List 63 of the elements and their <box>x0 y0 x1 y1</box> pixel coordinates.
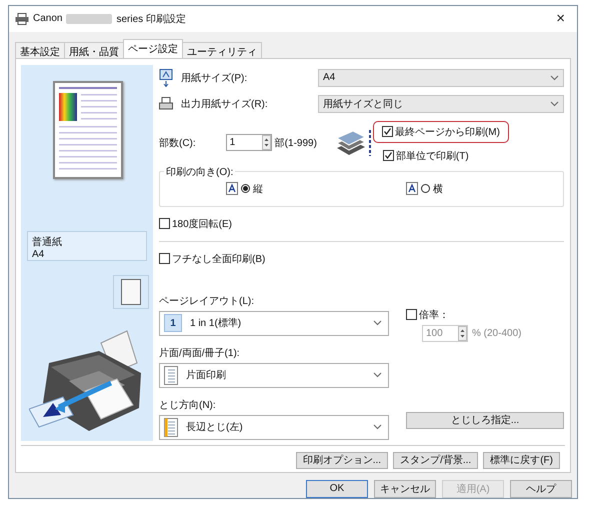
checkbox[interactable] <box>159 253 170 264</box>
checkbox-label: 部単位で印刷(T) <box>396 150 469 163</box>
spin-arrows-icon <box>262 135 271 150</box>
redaction-mark <box>66 14 112 24</box>
letter-a-icon <box>226 182 238 196</box>
checkbox[interactable] <box>382 150 394 162</box>
radio-label: 横 <box>433 182 443 196</box>
checkbox-label: フチなし全面印刷(B) <box>172 252 266 266</box>
field-label: 用紙サイズ(P): <box>181 72 248 85</box>
button[interactable]: 標準に戻す(F) <box>483 452 560 469</box>
tab[interactable]: 基本設定 <box>15 42 65 58</box>
checkbox-label: 倍率： <box>419 308 449 322</box>
page-icon <box>121 278 141 305</box>
button[interactable]: ヘルプ <box>510 480 572 498</box>
dropdown[interactable]: 長辺とじ(左) <box>159 414 389 440</box>
close-button[interactable]: × <box>550 10 571 28</box>
tab[interactable]: ページ設定 <box>123 38 183 58</box>
checkbox-label: 180度回転(E) <box>172 218 232 231</box>
printer-icon <box>15 12 29 25</box>
spin-arrows-icon <box>458 326 467 341</box>
tab[interactable]: ユーティリティ <box>182 42 262 58</box>
range-text: % (20-400) <box>472 328 522 339</box>
chevron-icon <box>373 320 382 326</box>
paper-size-text: A4 <box>32 248 46 260</box>
range-text: 部(1-999) <box>274 136 317 150</box>
checkbox[interactable] <box>159 218 170 230</box>
button[interactable]: OK <box>306 480 368 498</box>
dropdown[interactable]: 用紙サイズと同じ <box>318 94 564 113</box>
checkbox-label: 最終ページから印刷(M) <box>394 126 500 139</box>
tab[interactable]: 用紙・品質 <box>64 42 124 58</box>
dropdown[interactable]: 片面印刷 <box>159 362 389 388</box>
paper-size-icon <box>159 68 173 87</box>
button[interactable]: スタンプ/背景... <box>393 452 478 469</box>
button[interactable]: キャンセル <box>374 480 436 498</box>
chevron-icon <box>373 372 382 378</box>
chevron-icon <box>550 74 559 81</box>
radio-label: 縦 <box>253 182 263 196</box>
document-icon <box>164 418 178 437</box>
window-title: series 印刷設定 <box>116 12 186 26</box>
button: 適用(A) <box>442 480 504 498</box>
media-type-text: 普通紙 <box>32 236 63 249</box>
document-icon <box>164 366 178 385</box>
field-label: とじ方向(N): <box>159 398 217 412</box>
radio-button[interactable] <box>421 184 430 194</box>
dropdown[interactable]: 1 1 in 1(標準) <box>159 310 389 336</box>
button[interactable]: とじしろ指定... <box>406 412 564 429</box>
letter-a-icon <box>406 182 418 196</box>
group-label: 印刷の向き(O): <box>164 164 236 179</box>
radio-button[interactable] <box>241 184 250 194</box>
field-label: 出力用紙サイズ(R): <box>181 98 268 111</box>
window-title: Canon <box>33 13 62 24</box>
printer-icon <box>159 96 173 111</box>
button[interactable]: 印刷オプション... <box>296 452 388 469</box>
dropdown[interactable]: A4 <box>318 68 564 87</box>
number-field[interactable]: 1 <box>226 134 272 152</box>
chevron-icon <box>550 100 559 107</box>
field-label: ページレイアウト(L): <box>159 294 255 308</box>
chevron-icon <box>373 424 382 430</box>
number-field: 100 <box>422 324 468 342</box>
layout-icon: 1 <box>164 314 182 332</box>
field-label: 部数(C): <box>159 136 196 150</box>
field-label: 片面/両面/冊子(1): <box>159 346 241 360</box>
checkbox[interactable] <box>382 126 393 138</box>
